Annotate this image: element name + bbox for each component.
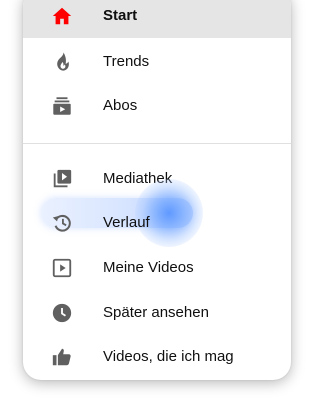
subscriptions-icon bbox=[51, 95, 73, 117]
menu-item-start[interactable]: Start bbox=[23, 0, 291, 38]
thumbs-up-icon bbox=[51, 346, 73, 368]
menu-item-meine-videos[interactable]: Meine Videos bbox=[23, 246, 291, 290]
menu-item-label: Verlauf bbox=[103, 214, 150, 231]
menu-item-verlauf[interactable]: Verlauf bbox=[23, 201, 291, 245]
menu-item-videos-die-ich-mag[interactable]: Videos, die ich mag bbox=[23, 335, 291, 379]
clock-icon bbox=[51, 302, 73, 324]
menu-item-label: Trends bbox=[103, 53, 150, 70]
menu-item-label: Meine Videos bbox=[103, 259, 194, 276]
menu-divider bbox=[23, 143, 291, 144]
menu-item-trends[interactable]: Trends bbox=[23, 40, 291, 84]
home-icon bbox=[51, 5, 73, 27]
menu-item-label: Start bbox=[103, 7, 138, 24]
menu-item-spaeter-ansehen[interactable]: Später ansehen bbox=[23, 291, 291, 335]
menu-item-abos[interactable]: Abos bbox=[23, 84, 291, 128]
menu-item-label: Videos, die ich mag bbox=[103, 348, 234, 365]
menu-item-label: Abos bbox=[103, 97, 138, 114]
menu-item-label: Später ansehen bbox=[103, 304, 209, 321]
sidebar-menu: Start Trends Abos Mediathek Verlauf Mein… bbox=[23, 0, 291, 380]
history-icon bbox=[51, 212, 73, 234]
stage: Start Trends Abos Mediathek Verlauf Mein… bbox=[0, 0, 316, 404]
my-videos-icon bbox=[51, 257, 73, 279]
library-icon bbox=[51, 168, 73, 190]
flame-icon bbox=[51, 51, 73, 73]
